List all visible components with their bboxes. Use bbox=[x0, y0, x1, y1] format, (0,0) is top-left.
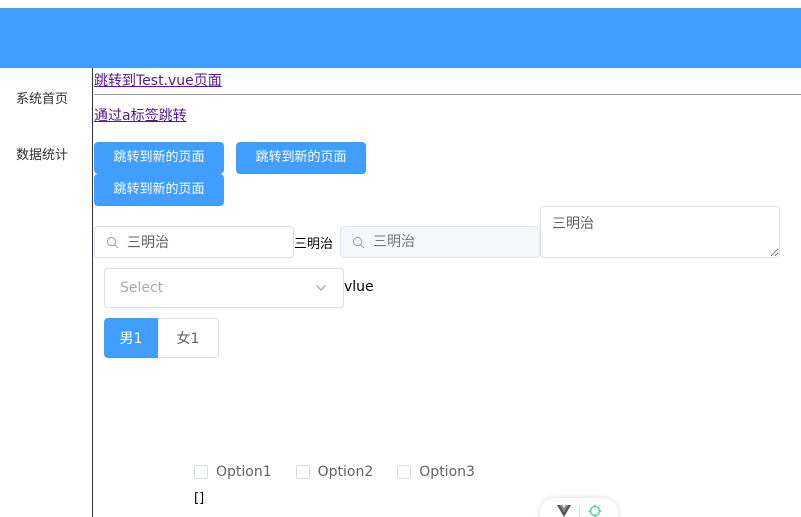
navigate-button-3[interactable]: 跳转到新的页面 bbox=[94, 174, 224, 206]
textarea-input[interactable]: 三明治 bbox=[540, 206, 780, 258]
select-placeholder: Select bbox=[120, 280, 164, 296]
router-link-test[interactable]: 跳转到Test.vue页面 bbox=[94, 70, 222, 90]
search-input-wrapper[interactable] bbox=[94, 226, 294, 258]
checkbox-label: Option1 bbox=[216, 464, 272, 480]
checkbox-box[interactable] bbox=[194, 465, 208, 479]
checkbox-box[interactable] bbox=[397, 465, 412, 479]
disabled-search-input bbox=[373, 234, 533, 250]
search-input[interactable] bbox=[127, 234, 287, 250]
checkbox-group: Option1 Option2 Option3 bbox=[194, 464, 499, 480]
disabled-search-input-wrapper bbox=[340, 226, 540, 258]
navigate-button-1[interactable]: 跳转到新的页面 bbox=[94, 142, 224, 174]
radio-female[interactable]: 女1 bbox=[158, 318, 219, 358]
checkbox-option2[interactable]: Option2 bbox=[295, 464, 374, 480]
sidebar-item-statistics[interactable]: 数据统计 bbox=[16, 144, 68, 163]
widget-divider bbox=[578, 506, 580, 517]
divider bbox=[94, 94, 801, 95]
vue-logo-icon[interactable] bbox=[556, 505, 571, 517]
main-content: 跳转到Test.vue页面 通过a标签跳转 跳转到新的页面 跳转到新的页面 跳转… bbox=[94, 68, 801, 517]
checkbox-label: Option2 bbox=[317, 464, 374, 480]
top-strip bbox=[0, 0, 801, 8]
checkbox-label: Option3 bbox=[419, 464, 475, 480]
search-icon bbox=[105, 235, 119, 249]
input-echo-text: 三明治 bbox=[294, 237, 334, 252]
target-icon[interactable] bbox=[588, 504, 602, 517]
navigate-button-2[interactable]: 跳转到新的页面 bbox=[236, 142, 366, 174]
sidebar: 系统首页 数据统计 bbox=[0, 68, 93, 517]
radio-male[interactable]: 男1 bbox=[104, 318, 158, 358]
checkbox-value-text: [] bbox=[194, 491, 205, 506]
checkbox-box[interactable] bbox=[295, 465, 310, 479]
sidebar-item-home[interactable]: 系统首页 bbox=[16, 88, 68, 107]
gender-radio-group: 男1 女1 bbox=[104, 318, 219, 358]
devtools-floating-widget[interactable] bbox=[540, 498, 618, 517]
checkbox-option3[interactable]: Option3 bbox=[397, 464, 475, 480]
header-bar bbox=[0, 8, 801, 68]
anchor-link[interactable]: 通过a标签跳转 bbox=[94, 105, 187, 125]
select-value-text: vlue bbox=[344, 279, 374, 295]
chevron-down-icon bbox=[314, 281, 328, 295]
checkbox-option1[interactable]: Option1 bbox=[194, 464, 272, 480]
search-icon bbox=[351, 235, 365, 249]
select-dropdown[interactable]: Select bbox=[104, 268, 344, 308]
